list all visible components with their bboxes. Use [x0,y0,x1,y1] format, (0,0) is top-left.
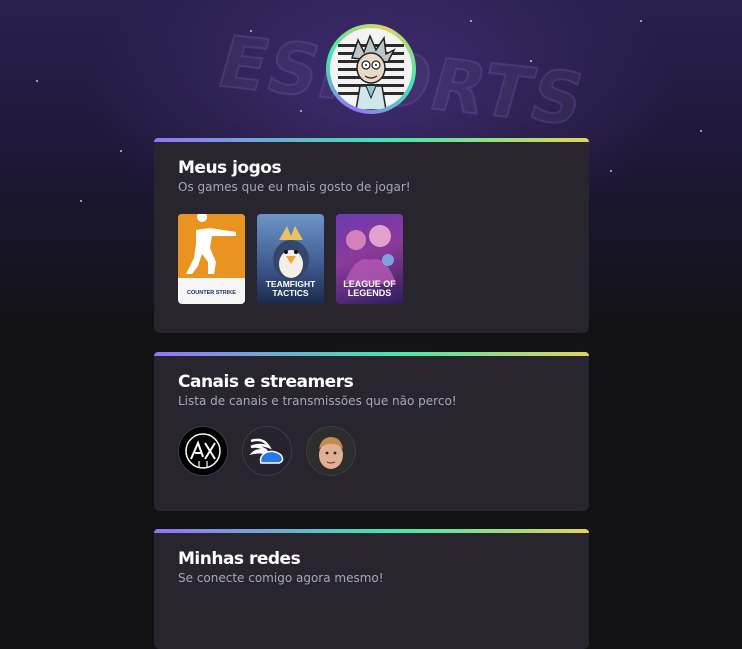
channels-list [178,426,565,476]
channel-logo-ax-icon [185,433,221,469]
streamer-photo-icon [307,427,355,475]
rick-avatar-icon [330,28,412,110]
games-subtitle: Os games que eu mais gosto de jogar! [178,180,411,194]
game-cover-teamfight-tactics[interactable]: TEAMFIGHT TACTICS [257,214,324,304]
channels-subtitle: Lista de canais e transmissões que não p… [178,394,457,408]
game-label: COUNTER STRIKE [187,290,236,296]
channel-logo-winged-shoe-icon [249,438,284,464]
social-subtitle: Se conecte comigo agora mesmo! [178,571,384,585]
games-list: COUNTER STRIKE TEAMFIGHT TACTICS LEAGUE … [178,214,565,304]
channel-avatar-ax[interactable] [178,426,228,476]
social-card: Minhas redes Se conecte comigo agora mes… [154,529,589,649]
social-title: Minhas redes [178,549,301,569]
game-label: TEAMFIGHT TACTICS [265,279,316,298]
game-cover-league-of-legends[interactable]: LEAGUE OF LEGENDS [336,214,403,304]
counter-strike-icon [186,214,236,274]
game-cover-counter-strike[interactable]: COUNTER STRIKE [178,214,245,304]
channel-avatar-winged-shoe[interactable] [242,426,292,476]
channel-avatar-streamer[interactable] [306,426,356,476]
game-label: LEAGUE OF LEGENDS [343,279,396,298]
profile-avatar[interactable] [326,24,416,114]
games-card: Meus jogos Os games que eu mais gosto de… [154,138,589,333]
channels-title: Canais e streamers [178,372,354,392]
channels-card: Canais e streamers Lista de canais e tra… [154,352,589,511]
games-title: Meus jogos [178,158,282,178]
